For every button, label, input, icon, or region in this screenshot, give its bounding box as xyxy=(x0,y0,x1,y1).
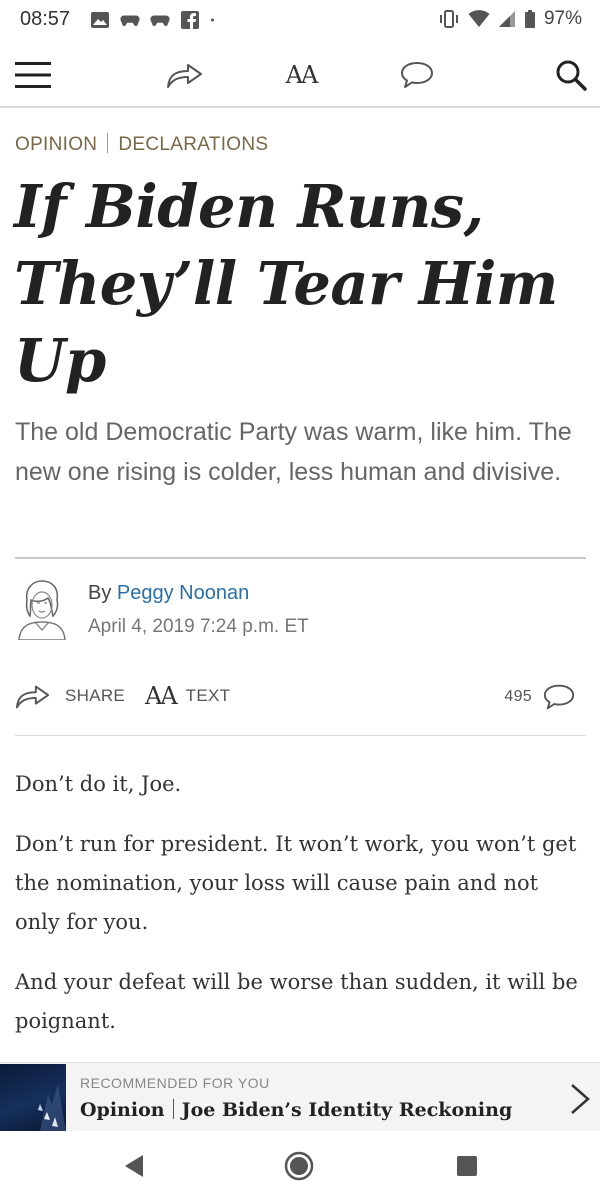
comments-button[interactable] xyxy=(398,56,436,94)
author-link[interactable]: Peggy Noonan xyxy=(117,582,249,604)
share-arrow-icon xyxy=(15,685,50,709)
comment-icon xyxy=(401,62,433,88)
image-icon xyxy=(91,12,109,28)
section-breadcrumb: OPINION DECLARATIONS xyxy=(15,133,268,156)
dot-icon xyxy=(211,18,214,22)
article-body: Don’t do it, Joe. Don’t run for presiden… xyxy=(15,765,585,1062)
recommended-title: Opinion Joe Biden’s Identity Reckoning xyxy=(80,1099,512,1121)
app-toolbar: AA xyxy=(0,42,600,108)
home-button[interactable] xyxy=(284,1151,314,1181)
text-size-action[interactable]: AA TEXT xyxy=(145,682,230,710)
signal-icon xyxy=(498,11,515,27)
game-controller-icon xyxy=(150,15,170,27)
back-triangle-icon xyxy=(125,1155,143,1177)
publish-date: April 4, 2019 7:24 p.m. ET xyxy=(88,616,309,637)
breadcrumb-divider xyxy=(107,133,109,153)
vibrate-icon xyxy=(439,10,458,28)
body-paragraph: And your defeat will be worse than sudde… xyxy=(15,970,578,1033)
recommended-divider xyxy=(172,1099,174,1119)
share-button[interactable] xyxy=(165,56,205,94)
share-action[interactable]: SHARE xyxy=(15,682,125,710)
recommended-banner[interactable]: RECOMMENDED FOR YOU Opinion Joe Biden’s I… xyxy=(0,1062,600,1131)
headline-line: They’ll Tear Him xyxy=(14,249,558,318)
back-button[interactable] xyxy=(118,1151,148,1181)
menu-button[interactable] xyxy=(14,56,52,94)
recommended-headline: Joe Biden’s Identity Reckoning xyxy=(181,1099,513,1121)
chevron-right-icon[interactable] xyxy=(568,1081,592,1117)
comment-count: 495 xyxy=(504,688,532,705)
status-bar: 08:57 97% xyxy=(0,0,600,42)
system-indicators: 97% xyxy=(438,8,582,30)
comment-icon xyxy=(543,684,575,710)
body-paragraph: Don’t run for president. It won’t work, … xyxy=(15,832,577,934)
body-paragraph: Don’t do it, Joe. xyxy=(15,772,182,796)
search-icon xyxy=(556,60,587,91)
text-size-icon: AA xyxy=(285,61,319,89)
battery-icon xyxy=(524,10,535,28)
thumbnail-image xyxy=(38,1084,66,1131)
actions-divider xyxy=(15,735,586,736)
byline-block: By Peggy Noonan April 4, 2019 7:24 p.m. … xyxy=(15,578,585,642)
home-circle-icon xyxy=(284,1151,314,1181)
author-avatar xyxy=(18,580,66,640)
system-nav-bar xyxy=(0,1131,600,1200)
recommended-section: Opinion xyxy=(80,1099,165,1121)
header-divider xyxy=(15,557,586,559)
text-label: TEXT xyxy=(185,686,231,705)
search-button[interactable] xyxy=(553,56,589,94)
text-size-icon: AA xyxy=(145,682,178,710)
notification-icons xyxy=(90,10,220,30)
battery-percent: 97% xyxy=(543,8,582,29)
article-actions: SHARE AA TEXT 495 xyxy=(15,678,586,722)
byline-prefix: By xyxy=(88,582,112,604)
recommended-kicker: RECOMMENDED FOR YOU xyxy=(80,1075,270,1091)
wifi-icon xyxy=(468,10,490,27)
column-declarations-link[interactable]: DECLARATIONS xyxy=(118,134,268,155)
share-label: SHARE xyxy=(65,686,126,705)
share-arrow-icon xyxy=(167,64,202,88)
game-controller-icon xyxy=(120,15,140,27)
article-dek: The old Democratic Party was warm, like … xyxy=(15,418,572,486)
headline-line: Up xyxy=(14,326,106,395)
hamburger-icon xyxy=(15,62,51,88)
section-opinion-link[interactable]: OPINION xyxy=(15,134,97,155)
recommended-thumbnail xyxy=(0,1064,66,1131)
text-size-button[interactable]: AA xyxy=(283,56,319,94)
facebook-icon xyxy=(181,11,199,29)
article-headline: If Biden Runs, They’ll Tear Him Up xyxy=(14,168,574,399)
recents-square-icon xyxy=(457,1156,477,1176)
status-time: 08:57 xyxy=(20,8,71,30)
comments-action[interactable]: 495 xyxy=(504,682,576,712)
headline-line: If Biden Runs, xyxy=(14,172,484,241)
byline: By Peggy Noonan xyxy=(88,582,249,605)
recents-button[interactable] xyxy=(452,1151,482,1181)
